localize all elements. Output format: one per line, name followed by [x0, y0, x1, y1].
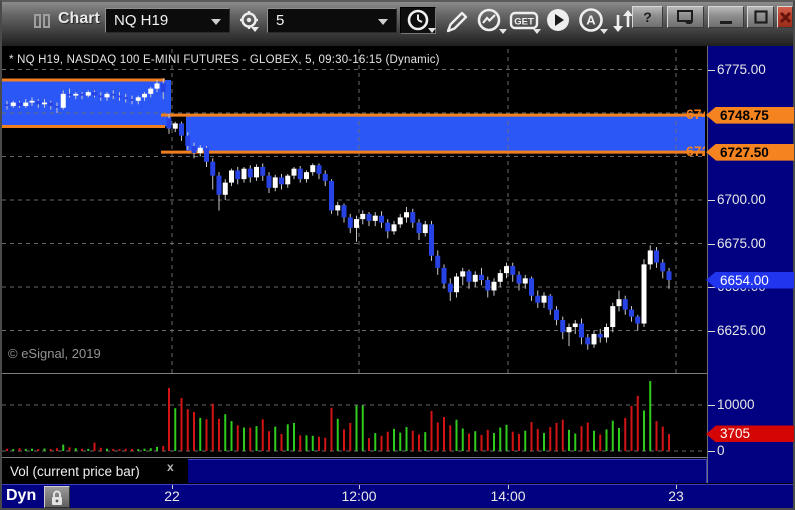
volume-study-label: Vol (current price bar) [10, 463, 140, 479]
chevron-down-icon [428, 28, 436, 33]
play-button[interactable] [542, 7, 574, 34]
chevron-down-icon [533, 29, 541, 34]
chevron-down-icon [499, 29, 507, 34]
volume-axis-label: 10000 [717, 397, 755, 412]
axis-tick [708, 330, 715, 332]
volume-axis-label: 0 [717, 443, 725, 458]
zone-line-label-lower: 6727.50 [686, 143, 705, 160]
minimize-button[interactable] [708, 6, 744, 28]
svg-text:A: A [586, 12, 596, 27]
price-axis[interactable]: 6775.006700.006675.006650.006625.006748.… [706, 46, 794, 483]
time-axis-label: 12:00 [341, 488, 377, 504]
symbol-value: NQ H19 [114, 12, 169, 29]
window-rollup-icon [676, 10, 693, 24]
maximize-button[interactable] [747, 6, 774, 28]
zone-line-label-upper: 6748.75 [686, 106, 705, 123]
price-axis-label: 6625.00 [717, 322, 766, 338]
time-axis-tick [676, 485, 677, 489]
axis-tick [708, 287, 715, 288]
settings-button[interactable] [233, 7, 265, 34]
indicators-button[interactable] [474, 7, 507, 34]
close-icon [779, 11, 791, 23]
chart-window: Chart NQ H19 5 GET A ? * NQ H19, NASDAQ … [0, 0, 795, 510]
maximize-icon [753, 10, 768, 24]
last-volume-tag: 3705 [706, 425, 794, 443]
window-title: Chart [58, 10, 100, 27]
zone-price-tag: 6748.75 [706, 106, 794, 124]
minimize-icon [720, 21, 732, 24]
alerts-button[interactable]: A [575, 7, 608, 34]
dynamic-mode-label: Dyn [6, 487, 37, 504]
time-axis-tick [359, 485, 360, 489]
axis-tick [708, 200, 715, 201]
chevron-down-icon [378, 19, 388, 25]
volume-study-tab[interactable]: Vol (current price bar) [2, 458, 188, 484]
play-circle-icon [547, 8, 569, 31]
draw-button[interactable] [440, 7, 472, 34]
volume-footer-strip [188, 459, 707, 483]
axis-tick [708, 243, 715, 245]
price-axis-label: 6775.00 [717, 61, 766, 77]
zone-price-tag: 6727.50 [706, 143, 794, 161]
get-data-button[interactable]: GET [508, 7, 541, 34]
time-axis-label: 22 [164, 488, 180, 504]
time-template-button[interactable] [400, 7, 436, 34]
chart-window-icon [34, 14, 50, 28]
interval-value: 5 [276, 12, 285, 29]
time-axis-tick [172, 485, 173, 489]
padlock-icon [52, 490, 62, 505]
time-axis-bar[interactable]: Dyn 22 12:00 14:00 23 [2, 484, 793, 508]
volume-plot[interactable] [2, 374, 705, 457]
rollup-button[interactable] [667, 6, 704, 28]
help-button[interactable]: ? [632, 6, 663, 28]
axis-tick [708, 69, 715, 71]
candlestick-plot[interactable] [2, 46, 705, 373]
last-price-tag: 6654.00 [706, 271, 794, 289]
help-label: ? [643, 9, 652, 25]
chart-client-area: * NQ H19, NASDAQ 100 E-MINI FUTURES - GL… [2, 46, 794, 508]
time-axis-label: 14:00 [490, 488, 526, 504]
titlebar[interactable]: Chart NQ H19 5 GET A ? [2, 2, 793, 46]
volume-bars [168, 381, 670, 451]
resistance-zone [186, 115, 705, 153]
time-axis-tick [508, 485, 509, 489]
price-pane[interactable]: * NQ H19, NASDAQ 100 E-MINI FUTURES - GL… [2, 46, 705, 373]
close-button[interactable] [777, 6, 793, 28]
pencil-icon [446, 11, 468, 32]
lock-button[interactable] [44, 486, 70, 508]
copyright-watermark: © eSignal, 2019 [8, 346, 101, 361]
gear-icon [240, 10, 259, 32]
chevron-down-icon [600, 29, 608, 34]
volume-study-close-icon[interactable]: x [167, 460, 174, 474]
interval-dropdown[interactable]: 5 [267, 8, 397, 33]
chart-annotation: * NQ H19, NASDAQ 100 E-MINI FUTURES - GL… [9, 54, 440, 66]
time-axis-label: 23 [668, 488, 684, 504]
volume-bars [6, 442, 165, 451]
volume-pane[interactable] [2, 374, 705, 457]
chevron-down-icon [211, 19, 221, 25]
svg-text:GET: GET [514, 16, 534, 27]
price-axis-label: 6700.00 [717, 192, 766, 207]
symbol-dropdown[interactable]: NQ H19 [105, 8, 230, 33]
price-axis-label: 6675.00 [717, 235, 766, 251]
